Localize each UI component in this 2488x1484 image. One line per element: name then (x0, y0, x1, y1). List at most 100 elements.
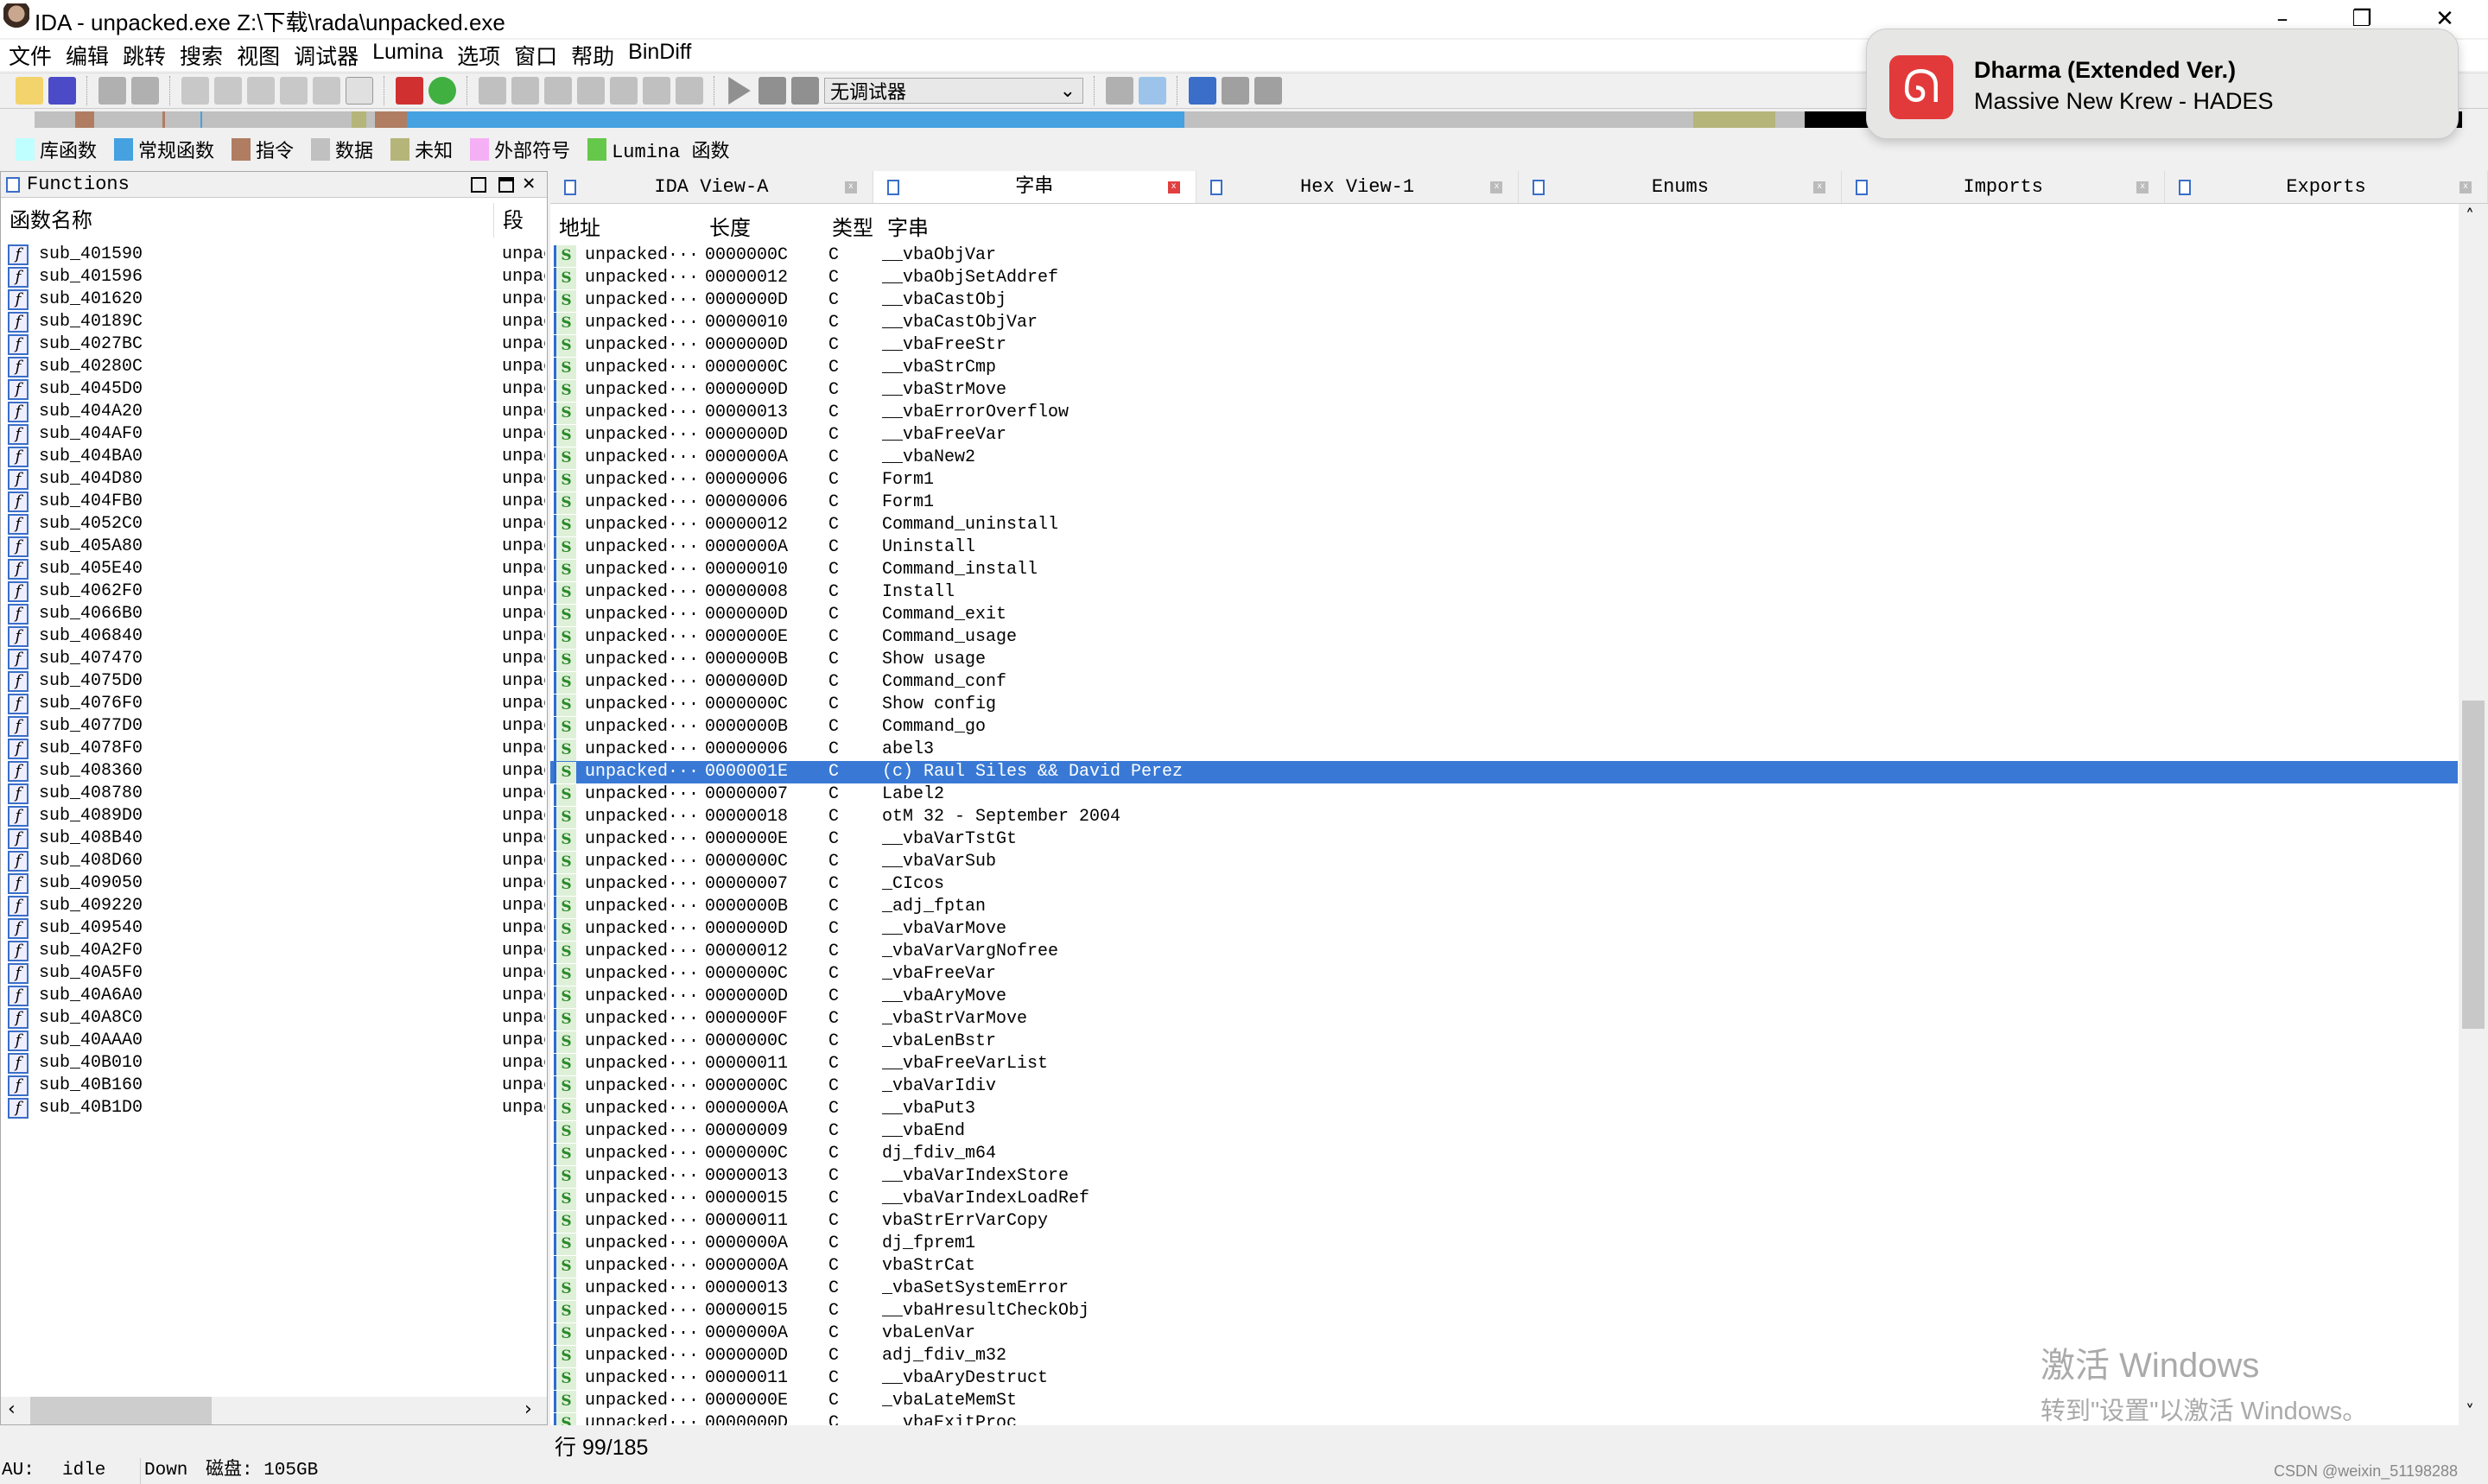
column-function-name[interactable]: 函数名称 (10, 203, 92, 238)
string-row[interactable]: Sunpacked··· 00000006 C Form1 (550, 469, 2458, 491)
function-row[interactable]: f sub_409050 unpac (8, 872, 545, 895)
float-panel-icon[interactable] (498, 177, 514, 193)
back-arrow-icon[interactable] (98, 77, 126, 105)
string-row[interactable]: Sunpacked··· 0000000D C __vbaFreeVar (550, 424, 2458, 447)
function-row[interactable]: f sub_4075D0 unpac (8, 670, 545, 693)
string-row[interactable]: Sunpacked··· 0000000C C __vbaObjVar (550, 244, 2458, 267)
string-row[interactable]: Sunpacked··· 0000000D C __vbaAryMove (550, 986, 2458, 1008)
save-icon[interactable] (48, 77, 76, 105)
string-row[interactable]: Sunpacked··· 0000000C C __vbaStrCmp (550, 357, 2458, 379)
function-row[interactable]: f sub_404D80 unpac (8, 468, 545, 491)
string-row[interactable]: Sunpacked··· 00000009 C __vbaEnd (550, 1120, 2458, 1143)
string-row[interactable]: Sunpacked··· 0000000F C _vbaStrVarMove (550, 1008, 2458, 1031)
string-row[interactable]: Sunpacked··· 0000000C C _vbaLenBstr (550, 1031, 2458, 1053)
string-row[interactable]: Sunpacked··· 00000013 C __vbaVarIndexStore (550, 1165, 2458, 1188)
string-row[interactable]: Sunpacked··· 0000000C C _vbaFreeVar (550, 963, 2458, 986)
string-row[interactable]: Sunpacked··· 0000000E C Command_usage (550, 626, 2458, 649)
function-row[interactable]: f sub_40280C unpac (8, 356, 545, 378)
function-row[interactable]: f sub_407470 unpac (8, 648, 545, 670)
string-row[interactable]: Sunpacked··· 0000000B C Command_go (550, 716, 2458, 739)
menu-item-7[interactable]: 选项 (457, 40, 500, 71)
string-row[interactable]: Sunpacked··· 0000001E C (c) Raul Siles && D… (550, 761, 2458, 783)
function-row[interactable]: f sub_4076F0 unpac (8, 693, 545, 715)
string-row[interactable]: Sunpacked··· 00000011 CvbaStrErrVarCopy (550, 1210, 2458, 1233)
function-row[interactable]: f sub_408D60 unpac (8, 850, 545, 872)
string-row[interactable]: Sunpacked··· 0000000D C __vbaVarMove (550, 918, 2458, 941)
string-row[interactable]: Sunpacked··· 00000012 C __vbaObjSetAddref (550, 267, 2458, 289)
tab-3[interactable]: Enums x (1519, 171, 1843, 203)
string-row[interactable]: Sunpacked··· 00000007 C _CIcos (550, 873, 2458, 896)
string-row[interactable]: Sunpacked··· 0000000D C __vbaFreeStr (550, 334, 2458, 357)
function-row[interactable]: f sub_404FB0 unpac (8, 491, 545, 513)
function-row[interactable]: f sub_4052C0 unpac (8, 513, 545, 536)
column-address[interactable]: 地址 (559, 211, 600, 241)
function-row[interactable]: f sub_401590 unpac (8, 244, 545, 266)
string-row[interactable]: Sunpacked··· 0000000D C Command_conf (550, 671, 2458, 694)
function-row[interactable]: f sub_408B40 unpac (8, 828, 545, 850)
menu-item-3[interactable]: 搜索 (180, 40, 223, 71)
step-into-icon[interactable] (1106, 77, 1133, 105)
open-file-icon[interactable] (16, 77, 43, 105)
string-row[interactable]: Sunpacked··· 00000018 CotM 32 - September … (550, 806, 2458, 828)
string-row[interactable]: Sunpacked··· 00000010 C __vbaCastObjVar (550, 312, 2458, 334)
function-row[interactable]: f sub_4077D0 unpac (8, 715, 545, 738)
delete-breakpoint-icon[interactable] (1254, 77, 1282, 105)
debugger-select[interactable]: 无调试器 ⌄ (824, 78, 1083, 104)
tab-close-icon[interactable]: x (844, 181, 857, 193)
menu-item-4[interactable]: 视图 (237, 40, 280, 71)
vertical-scrollbar[interactable]: ˄ ˅ (2459, 204, 2488, 1425)
string-row[interactable]: Sunpacked··· 00000006 C Form1 (550, 491, 2458, 514)
close-panel-icon[interactable]: ✕ (523, 172, 535, 198)
tab-5[interactable]: Exports x (2165, 171, 2488, 203)
play-icon[interactable] (728, 77, 751, 105)
pause-icon[interactable] (758, 77, 786, 105)
function-row[interactable]: f sub_40B010 unpac (8, 1052, 545, 1075)
search-direction[interactable]: Down (140, 1458, 187, 1484)
string-row[interactable]: Sunpacked··· 00000013 C _vbaSetSystemError (550, 1278, 2458, 1300)
function-row[interactable]: f sub_401620 unpac (8, 289, 545, 311)
function-row[interactable]: f sub_408780 unpac (8, 783, 545, 805)
function-row[interactable]: f sub_405E40 unpac (8, 558, 545, 580)
string-row[interactable]: Sunpacked··· 0000000B C _adj_fptan (550, 896, 2458, 918)
string-row[interactable]: Sunpacked··· 00000010 C Command_install (550, 559, 2458, 581)
function-row[interactable]: f sub_4078F0 unpac (8, 738, 545, 760)
string-row[interactable]: Sunpacked··· 0000000E C __vbaVarTstGt (550, 828, 2458, 851)
stop-icon[interactable] (791, 77, 819, 105)
function-row[interactable]: f sub_40A2F0 unpac (8, 940, 545, 962)
function-row[interactable]: f sub_40B160 unpac (8, 1075, 545, 1097)
string-row[interactable]: Sunpacked··· 00000008 C Install (550, 581, 2458, 604)
string-row[interactable]: Sunpacked··· 0000000A Cdj_fprem1 (550, 1233, 2458, 1255)
menu-item-1[interactable]: 编辑 (66, 40, 109, 71)
tab-close-icon[interactable]: x (1167, 181, 1180, 193)
function-row[interactable]: f sub_408360 unpac (8, 760, 545, 783)
function-row[interactable]: f sub_4062F0 unpac (8, 580, 545, 603)
column-string[interactable]: 字串 (887, 211, 929, 241)
string-row[interactable]: Sunpacked··· 0000000A CvbaStrCat (550, 1255, 2458, 1278)
string-row[interactable]: Sunpacked··· 0000000D C __vbaCastObj (550, 289, 2458, 312)
tab-close-icon[interactable]: x (1490, 181, 1503, 193)
tab-close-icon[interactable]: x (2459, 181, 2472, 193)
string-row[interactable]: Sunpacked··· 0000000C Cdj_fdiv_m64 (550, 1143, 2458, 1165)
string-row[interactable]: Sunpacked··· 00000013 C __vbaErrorOverflow (550, 402, 2458, 424)
horizontal-scrollbar[interactable]: ‹ › (1, 1397, 547, 1424)
function-row[interactable]: f sub_404A20 unpac (8, 401, 545, 423)
function-row[interactable]: f sub_409220 unpac (8, 895, 545, 917)
scroll-right-icon[interactable]: › (524, 1398, 532, 1420)
make-ascii-icon[interactable] (544, 77, 572, 105)
string-row[interactable]: Sunpacked··· 00000012 C Command_uninstall (550, 514, 2458, 536)
function-row[interactable]: f sub_404BA0 unpac (8, 446, 545, 468)
run-to-cursor-icon[interactable] (1139, 77, 1166, 105)
menu-item-8[interactable]: 窗口 (514, 40, 557, 71)
function-row[interactable]: f sub_40AAA0 unpac (8, 1030, 545, 1052)
scroll-left-icon[interactable]: ‹ (8, 1398, 16, 1420)
make-string-icon[interactable] (577, 77, 605, 105)
string-row[interactable]: Sunpacked··· 0000000A C __vbaPut3 (550, 1098, 2458, 1120)
string-row[interactable]: Sunpacked··· 00000011 C __vbaFreeVarList (550, 1053, 2458, 1075)
text-search-icon[interactable] (214, 77, 242, 105)
down-arrow-icon[interactable] (313, 77, 340, 105)
string-row[interactable]: Sunpacked··· 00000015 C __vbaVarIndexLoadRe… (550, 1188, 2458, 1210)
column-type[interactable]: 类型 (832, 211, 873, 241)
immediate-search-icon[interactable] (247, 77, 275, 105)
menu-item-5[interactable]: 调试器 (294, 40, 359, 71)
tab-close-icon[interactable]: x (2136, 181, 2149, 193)
